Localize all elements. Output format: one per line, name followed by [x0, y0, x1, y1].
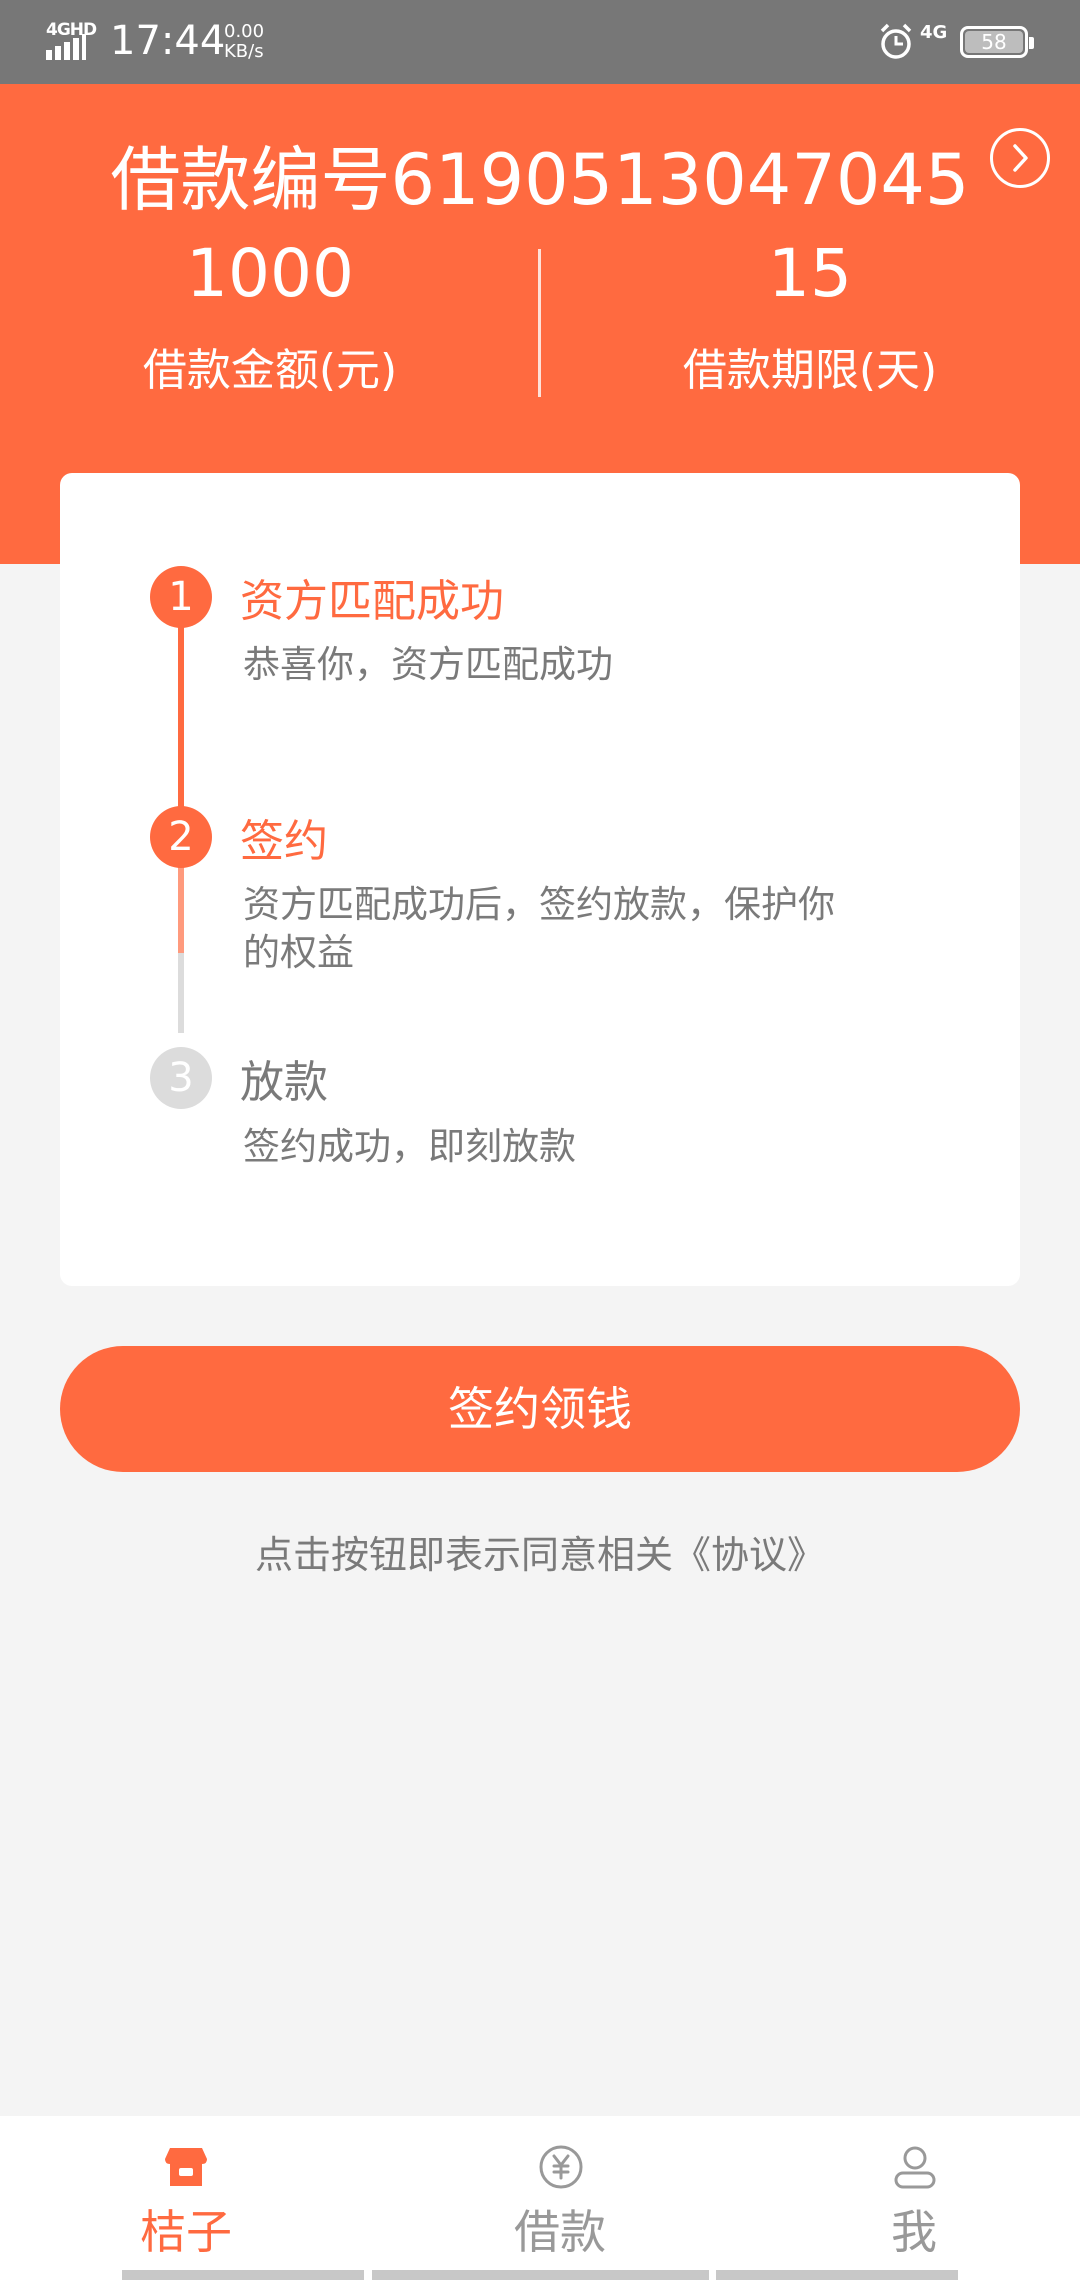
- speed-unit: KB/s: [224, 41, 264, 62]
- mobile-signal-label: 4G: [920, 22, 948, 43]
- gesture-bar-right: [716, 2270, 958, 2280]
- nav-item-me[interactable]: 我: [814, 2116, 1014, 2280]
- step-2-desc: 资方匹配成功后，签约放款，保护你 的权益: [243, 881, 943, 977]
- person-icon: [892, 2144, 938, 2194]
- network-speed: 0.00 KB/s: [224, 22, 264, 62]
- step-2-number: 2: [150, 806, 212, 868]
- alarm-icon: [878, 22, 914, 62]
- yuan-icon: [538, 2144, 584, 2194]
- loan-term-value: 15: [768, 235, 852, 312]
- gesture-bar-center: [372, 2270, 709, 2280]
- speed-value: 0.00: [224, 21, 265, 42]
- store-icon: [162, 2144, 210, 2196]
- step-1-desc: 恭喜你，资方匹配成功: [243, 643, 613, 686]
- loan-number: 借款编号6190513047045: [110, 139, 970, 221]
- nav-label-loan: 借款: [514, 2205, 606, 2259]
- step-connector-current: [178, 865, 184, 953]
- status-bar: 4GHD 17:44 0.00 KB/s 4G 58: [0, 0, 1080, 84]
- loan-term: 15 借款期限(天): [540, 234, 1080, 398]
- step-1-number: 1: [150, 566, 212, 628]
- step-3-desc: 签约成功，即刻放款: [243, 1125, 576, 1168]
- loan-amount: 1000 借款金额(元): [0, 234, 540, 398]
- step-2-desc-line2: 的权益: [243, 931, 354, 974]
- step-connector-pending: [178, 953, 184, 1033]
- nav-label-home: 桔子: [140, 2205, 232, 2259]
- nav-label-me: 我: [891, 2205, 937, 2259]
- clock: 17:44: [110, 18, 226, 64]
- network-type: 4GHD: [46, 20, 97, 40]
- step-3-number: 3: [150, 1047, 212, 1109]
- step-2-title: 签约: [240, 816, 328, 867]
- loan-amount-value: 1000: [186, 235, 354, 312]
- step-connector-done: [178, 623, 184, 833]
- nav-item-loan[interactable]: 借款: [460, 2116, 660, 2280]
- network-signal-icon: 4GHD: [46, 20, 98, 60]
- nav-item-home[interactable]: 桔子: [86, 2116, 286, 2280]
- chevron-right-icon[interactable]: [990, 128, 1050, 188]
- sign-and-get-money-button[interactable]: 签约领钱: [60, 1346, 1020, 1472]
- loan-term-label: 借款期限(天): [682, 345, 938, 396]
- bottom-nav: 桔子 借款 我: [0, 2116, 1080, 2280]
- progress-card: 1 资方匹配成功 恭喜你，资方匹配成功 2 签约 资方匹配成功后，签约放款，保护…: [60, 473, 1020, 1286]
- battery-icon: 58: [960, 26, 1034, 58]
- step-1-title: 资方匹配成功: [240, 576, 504, 627]
- agreement-link[interactable]: 点击按钮即表示同意相关《协议》: [0, 1524, 1080, 1579]
- step-3-title: 放款: [240, 1057, 328, 1108]
- step-2-desc-line1: 资方匹配成功后，签约放款，保护你: [243, 883, 835, 926]
- gesture-bar-left: [122, 2270, 364, 2280]
- loan-amount-label: 借款金额(元): [142, 345, 398, 396]
- battery-level: 58: [981, 30, 1007, 54]
